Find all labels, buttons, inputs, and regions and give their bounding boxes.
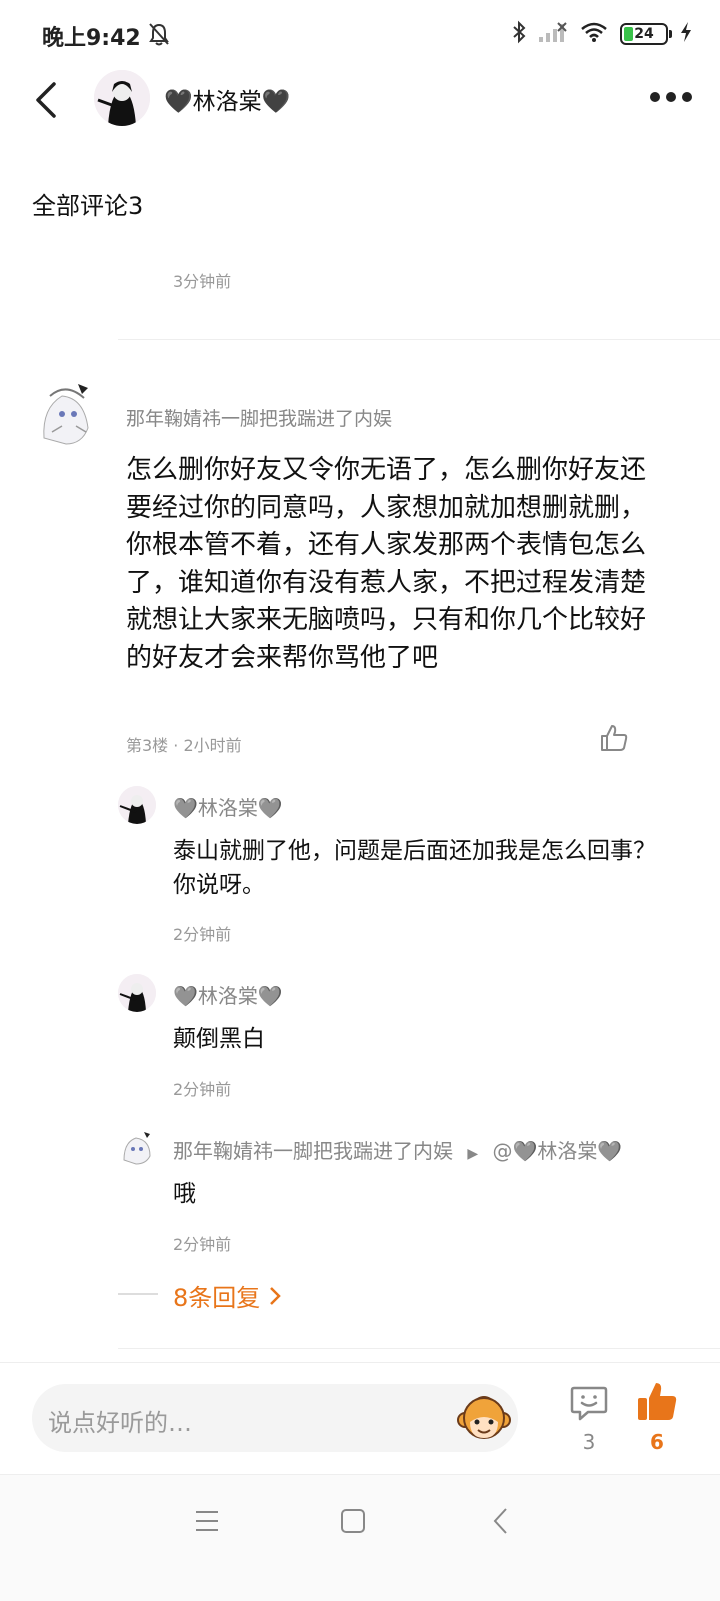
menu-nav-icon[interactable] bbox=[194, 1509, 220, 1537]
bell-muted-icon bbox=[148, 22, 170, 50]
home-nav-icon[interactable] bbox=[340, 1508, 366, 1538]
reply-to-username[interactable]: @🩶林洛棠🩶 bbox=[493, 1139, 623, 1163]
charging-icon bbox=[680, 21, 692, 47]
reply-username-line: 那年鞠婧祎一脚把我踹进了内娱 ▶ @🩶林洛棠🩶 bbox=[173, 1135, 622, 1164]
monkey-emoji-icon[interactable] bbox=[456, 1392, 512, 1444]
more-options-button[interactable] bbox=[650, 90, 692, 104]
reply-arrow-icon: ▶ bbox=[467, 1146, 479, 1162]
divider bbox=[118, 1293, 158, 1295]
divider bbox=[0, 1362, 720, 1363]
divider bbox=[118, 1348, 720, 1349]
comment-count: 3 bbox=[582, 1430, 596, 1454]
reply-time: 2分钟前 bbox=[173, 1235, 232, 1254]
reply-time: 2分钟前 bbox=[173, 1080, 232, 1099]
more-dot-icon bbox=[650, 92, 660, 102]
like-count: 6 bbox=[650, 1430, 664, 1454]
comment-meta: 第3楼 · 2小时前 bbox=[126, 736, 242, 755]
comment-input-placeholder[interactable]: 说点好听的… bbox=[48, 1403, 192, 1438]
battery-indicator: 24 bbox=[620, 23, 672, 45]
thumbs-up-icon[interactable] bbox=[598, 722, 630, 758]
reply-username[interactable]: 🩶林洛棠🩶 bbox=[173, 980, 283, 1009]
reply-avatar[interactable] bbox=[118, 786, 156, 824]
header-avatar[interactable] bbox=[94, 70, 150, 126]
comment-text: 怎么删你好友又令你无语了，怎么删你好友还要经过你的同意吗，人家想加就加想删就删，… bbox=[126, 455, 647, 673]
commenter-avatar[interactable] bbox=[32, 378, 102, 448]
more-replies-link[interactable]: 8条回复 bbox=[173, 1278, 282, 1313]
reply-time: 2分钟前 bbox=[173, 925, 232, 944]
reply-username[interactable]: 🩶林洛棠🩶 bbox=[173, 792, 283, 821]
wifi-icon bbox=[580, 21, 608, 47]
back-button[interactable] bbox=[30, 78, 70, 122]
comment-bubble-icon[interactable] bbox=[568, 1382, 610, 1424]
more-dot-icon bbox=[666, 92, 676, 102]
reply-text: 哦 bbox=[173, 1181, 196, 1207]
signal-icon bbox=[538, 21, 568, 47]
more-dot-icon bbox=[682, 92, 692, 102]
header-username[interactable]: 🖤林洛棠🖤 bbox=[164, 82, 290, 116]
reply-avatar[interactable] bbox=[118, 1128, 156, 1166]
back-arrow-icon bbox=[36, 82, 56, 118]
commenter-username[interactable]: 那年鞠婧祎一脚把我踹进了内娱 bbox=[126, 404, 392, 431]
comments-count-title: 全部评论3 bbox=[32, 192, 144, 220]
status-icons: 24 bbox=[512, 20, 692, 48]
chevron-right-icon bbox=[268, 1284, 282, 1312]
more-replies-label: 8条回复 bbox=[173, 1284, 261, 1312]
like-thumbs-up-icon[interactable] bbox=[636, 1380, 678, 1424]
reply-username[interactable]: 那年鞠婧祎一脚把我踹进了内娱 bbox=[173, 1139, 453, 1163]
bluetooth-icon bbox=[512, 20, 526, 48]
status-time: 晚上9:42 bbox=[42, 26, 141, 51]
battery-level: 24 bbox=[634, 26, 654, 42]
reply-avatar[interactable] bbox=[118, 974, 156, 1012]
back-nav-icon[interactable] bbox=[492, 1506, 510, 1540]
prev-comment-time: 3分钟前 bbox=[173, 272, 232, 291]
divider bbox=[118, 339, 720, 340]
reply-text: 颠倒黑白 bbox=[173, 1026, 265, 1052]
reply-text: 泰山就删了他，问题是后面还加我是怎么回事？你说呀。 bbox=[173, 838, 656, 898]
